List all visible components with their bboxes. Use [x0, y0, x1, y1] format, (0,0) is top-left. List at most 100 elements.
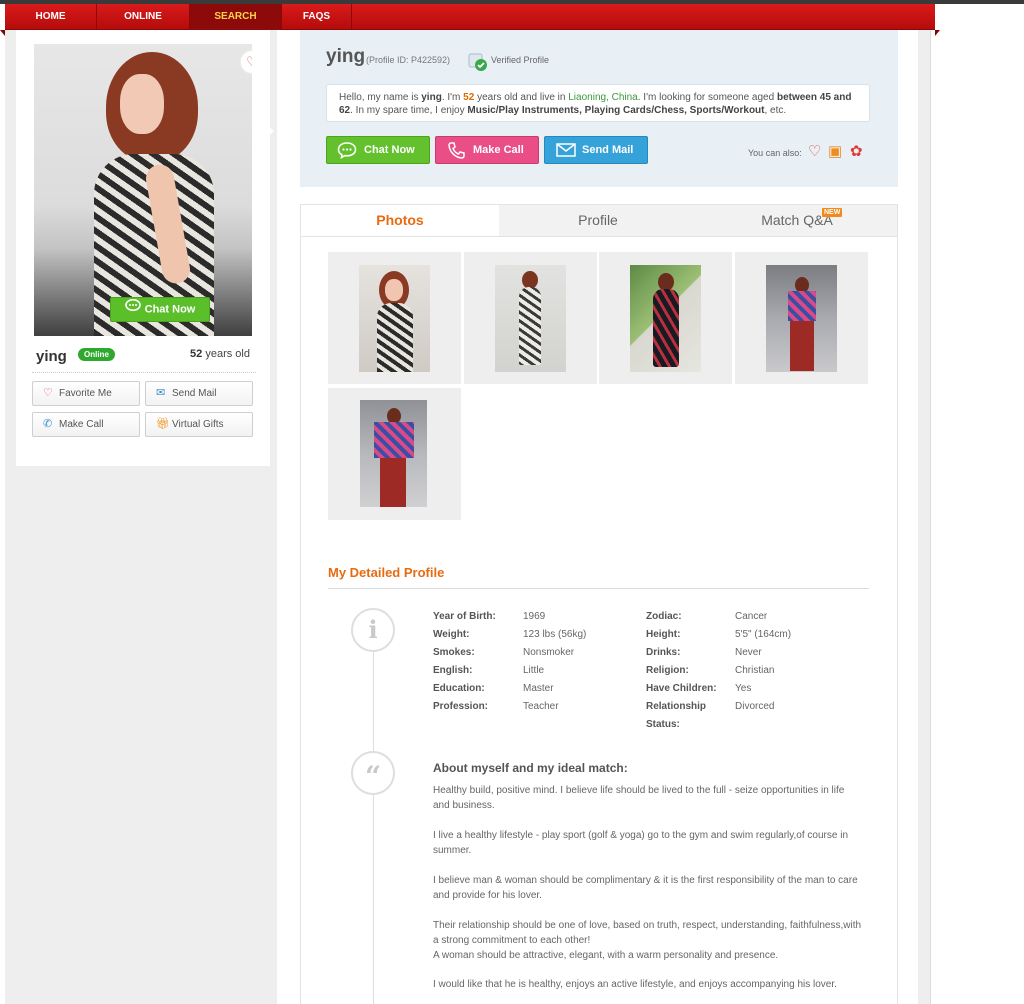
intro-location: Liaoning, China [568, 92, 638, 103]
online-status-badge: Online [78, 348, 115, 361]
field-label: Weight: [433, 629, 470, 640]
photo-thumbnail[interactable] [328, 252, 461, 384]
field-label: Year of Birth: [433, 611, 496, 622]
field-value: Christian [735, 665, 775, 676]
nav-online[interactable]: ONLINE [97, 4, 190, 30]
field-value: Master [523, 683, 554, 694]
tab-profile[interactable]: Profile [499, 205, 697, 236]
field-label: Religion: [646, 665, 689, 676]
verified-profile-label: Verified Profile [491, 55, 550, 65]
photo-chat-now-button[interactable]: Chat Now [110, 297, 210, 322]
profile-name: ying [326, 46, 366, 67]
about-title: About myself and my ideal match: [433, 761, 628, 775]
favorite-me-button[interactable]: ♡ Favorite Me [32, 381, 140, 406]
field-value: Divorced [735, 701, 775, 712]
field-label: Have Children: [646, 683, 717, 694]
heart-plus-icon: ♡ [43, 387, 53, 399]
about-paragraph: Healthy build, positive mind. I believe … [433, 785, 845, 811]
virtual-gifts-label: Virtual Gifts [172, 419, 224, 430]
age-number: 52 [190, 348, 203, 360]
chat-bubble-icon [337, 141, 357, 169]
field-label: Drinks: [646, 647, 681, 658]
intro-part: , etc. [764, 105, 787, 116]
intro-text: Hello, my name is ying. I'm 52 years old… [326, 84, 870, 122]
divider [32, 372, 256, 373]
envelope-icon [555, 141, 577, 169]
field-label: Relationship [646, 701, 707, 712]
info-icon: i [351, 608, 395, 652]
field-value: Yes [735, 683, 752, 694]
profile-id: (Profile ID: P422592) [366, 55, 451, 65]
sidebar-make-call-button[interactable]: ✆ Make Call [32, 412, 140, 437]
about-paragraph: Their relationship should be one of love… [433, 920, 862, 946]
field-label-continued: Status: [646, 719, 680, 730]
make-call-button[interactable]: Make Call [435, 136, 539, 164]
photo-thumbnail[interactable] [464, 252, 597, 384]
gift-icon: 🎁︎ [156, 418, 170, 430]
field-label: English: [433, 665, 473, 676]
intro-part: . In my spare time, I enjoy [350, 105, 468, 116]
thumbnail-image [766, 265, 837, 372]
card-pointer [268, 126, 274, 136]
heart-plus-icon[interactable]: ♡ [808, 142, 821, 160]
photo-face [120, 74, 164, 134]
sidebar-make-call-label: Make Call [59, 419, 104, 430]
sidebar-name: ying [36, 348, 67, 365]
intro-part: . I'm [441, 92, 464, 103]
main-profile-photo[interactable]: ♡ Chat Now [34, 44, 252, 336]
intro-part: Hello, my name is [339, 92, 422, 103]
profile-tabs: Photos Profile Match Q&A NEW [300, 204, 898, 237]
make-call-label: Make Call [473, 144, 524, 156]
phone-icon: ✆ [43, 418, 53, 430]
field-value: 123 lbs (56kg) [523, 629, 587, 640]
field-value: Little [523, 665, 545, 676]
chat-bubble-icon [124, 298, 141, 321]
main-nav: HOME ONLINE SEARCH FAQS [0, 4, 940, 36]
divider [328, 588, 869, 589]
virtual-gifts-button[interactable]: 🎁︎ Virtual Gifts [145, 412, 253, 437]
rose-icon[interactable]: ✿ [850, 142, 863, 160]
intro-name: ying [421, 92, 442, 103]
envelope-icon: ✉ [156, 387, 166, 399]
gift-icon[interactable]: ▣ [828, 142, 842, 160]
photo-thumbnail[interactable] [328, 388, 461, 520]
age-suffix: years old [202, 348, 250, 360]
field-label: Smokes: [433, 647, 475, 658]
quote-icon: “ [351, 751, 395, 795]
photo-chat-now-label: Chat Now [144, 303, 196, 316]
nav-home[interactable]: HOME [5, 4, 97, 30]
chat-now-label: Chat Now [364, 144, 415, 156]
favorite-heart-icon[interactable]: ♡ [240, 50, 252, 74]
send-mail-label: Send Mail [582, 144, 634, 156]
tab-match-qa[interactable]: Match Q&A [697, 205, 897, 236]
verified-check-icon [468, 52, 487, 71]
field-value: Teacher [523, 701, 559, 712]
field-label: Height: [646, 629, 681, 640]
nav-faqs[interactable]: FAQS [282, 4, 352, 30]
intro-part: years old and live in [474, 92, 569, 103]
profile-header: ying (Profile ID: P422592) Verified Prof… [300, 30, 898, 187]
detailed-profile-title: My Detailed Profile [328, 565, 445, 580]
send-mail-button[interactable]: Send Mail [544, 136, 648, 164]
nav-fold-right [935, 30, 940, 36]
chat-now-button[interactable]: Chat Now [326, 136, 430, 164]
photo-thumbnail[interactable] [599, 252, 732, 384]
photo-thumbnail[interactable] [735, 252, 868, 384]
field-label: Zodiac: [646, 611, 682, 622]
thumbnail-image [360, 400, 427, 507]
sidebar-send-mail-button[interactable]: ✉ Send Mail [145, 381, 253, 406]
nav-search[interactable]: SEARCH [190, 4, 282, 30]
thumbnail-image [495, 265, 566, 372]
favorite-me-label: Favorite Me [59, 388, 112, 399]
timeline-line [373, 650, 374, 1004]
right-gutter [918, 30, 930, 1004]
tab-photos[interactable]: Photos [301, 205, 499, 236]
about-paragraph: I would like that he is healthy, enjoys … [433, 979, 837, 990]
field-value: 1969 [523, 611, 546, 622]
field-value: 5'5" (164cm) [735, 629, 792, 640]
right-border [930, 30, 931, 1004]
intro-age: 52 [463, 92, 475, 103]
thumbnail-image [630, 265, 701, 372]
intro-part: . I'm looking for someone aged [637, 92, 777, 103]
thumbnail-image [359, 265, 430, 372]
